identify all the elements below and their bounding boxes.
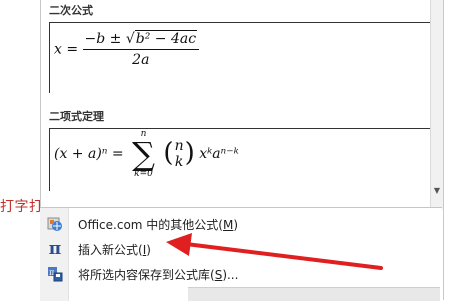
document-text: 打字打	[0, 199, 44, 215]
gallery-scrollbar[interactable]: ▼	[430, 0, 443, 210]
menu-item-save-to-gallery[interactable]: π 将所选内容保存到公式库(S)...	[40, 261, 442, 287]
binomial-formula-item[interactable]: (x + a)ⁿ = n ∑ k=0 (n k) xᵏaⁿ⁻ᵏ	[49, 128, 430, 191]
menu-item-insert-new-equation[interactable]: π 插入新公式(I)	[40, 236, 442, 262]
sum-lower: k=0	[134, 169, 153, 179]
binomial-formula: (x + a)ⁿ = n ∑ k=0 (n k) xᵏaⁿ⁻ᵏ	[54, 129, 239, 179]
summation: n ∑ k=0	[132, 129, 155, 179]
binom-top: n	[174, 138, 184, 154]
sigma-icon: ∑	[132, 135, 155, 173]
formula-numerator: −b ±	[84, 31, 122, 47]
binomial-lhs: (x + a)ⁿ =	[54, 146, 124, 162]
quadratic-formula-item[interactable]: x = −b ± √b² − 4ac 2a	[49, 22, 430, 93]
menu-item-office-more-equations[interactable]: Office.com 中的其他公式(M)	[40, 211, 442, 237]
menu-label-insert: 插入新公式(I)	[78, 243, 151, 257]
formula-denominator: 2a	[132, 52, 150, 68]
quadratic-formula: x = −b ± √b² − 4ac 2a	[54, 30, 200, 68]
formula-fraction: −b ± √b² − 4ac 2a	[82, 30, 200, 68]
binomial-coefficient: (n k)	[163, 138, 195, 170]
formula-lhs: x =	[54, 41, 79, 58]
status-strip	[188, 287, 440, 301]
pi-icon: π	[48, 239, 62, 259]
scroll-down-icon[interactable]: ▼	[432, 186, 442, 196]
section-title-binomial: 二项式定理	[49, 110, 104, 123]
binom-bottom: k	[174, 154, 184, 170]
binomial-rhs: xᵏaⁿ⁻ᵏ	[199, 146, 239, 162]
menu-label-office: Office.com 中的其他公式(M)	[78, 218, 239, 232]
section-title-quadratic: 二次公式	[49, 4, 93, 17]
save-equation-icon: π	[46, 265, 64, 283]
office-web-icon	[46, 215, 64, 233]
formula-sqrt: b² − 4ac	[134, 30, 198, 47]
svg-text:π: π	[49, 268, 54, 277]
menu-label-save: 将所选内容保存到公式库(S)...	[78, 268, 239, 282]
